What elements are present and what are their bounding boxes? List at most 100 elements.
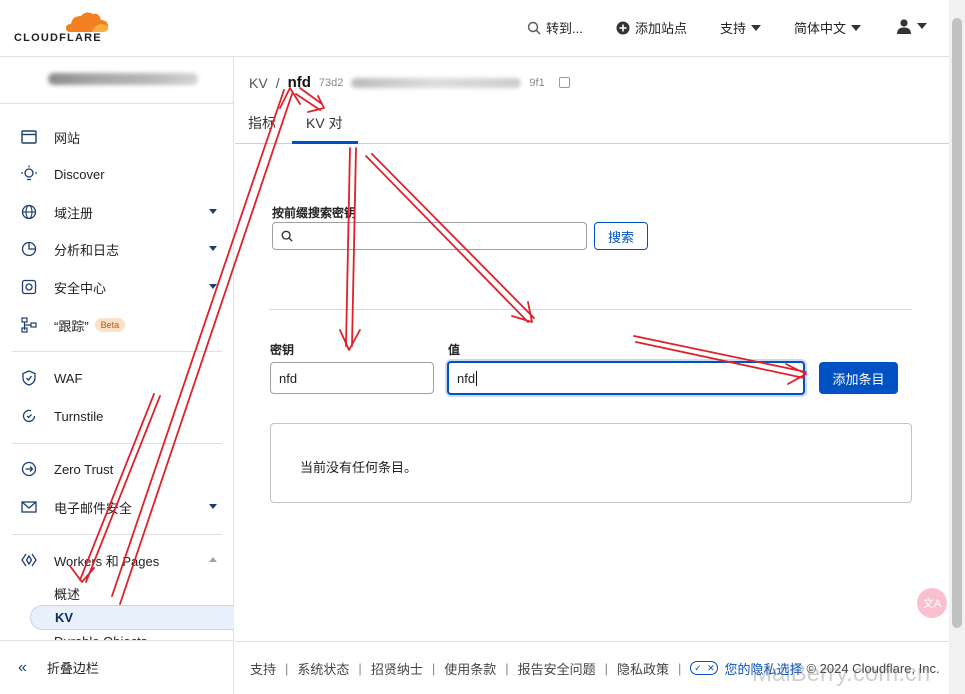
namespace-id-suffix: 9f1 bbox=[529, 76, 545, 89]
sidebar-item-label: 域注册 bbox=[54, 205, 94, 221]
chevron-down-icon bbox=[209, 284, 217, 289]
sidebar-item-label: 安全中心 bbox=[54, 280, 107, 296]
sidebar-divider bbox=[12, 534, 222, 535]
plus-circle-icon bbox=[616, 21, 630, 34]
language-menu[interactable]: 简体中文 bbox=[794, 18, 862, 37]
collapse-sidebar-button[interactable]: « 折叠边栏 bbox=[0, 640, 233, 694]
tab-metrics[interactable]: 指标 bbox=[248, 113, 276, 133]
cloud-logo-icon bbox=[66, 12, 108, 32]
key-input-value: nfd bbox=[279, 370, 298, 386]
double-chevron-left-icon: « bbox=[18, 658, 27, 676]
watermark: MalBerry.com.cn bbox=[752, 660, 931, 687]
envelope-icon bbox=[20, 498, 38, 516]
footer-separator: | bbox=[431, 660, 436, 676]
text-cursor bbox=[476, 370, 478, 386]
search-icon bbox=[527, 21, 541, 34]
footer-link-report-security[interactable]: 报告安全问题 bbox=[518, 659, 596, 678]
cloudflare-logo[interactable]: CLOUDFLARE bbox=[14, 10, 114, 46]
beta-badge: Beta bbox=[94, 318, 126, 332]
footer-separator: | bbox=[285, 660, 289, 676]
active-tab-indicator bbox=[292, 141, 358, 144]
logo-text: CLOUDFLARE bbox=[14, 32, 102, 44]
add-site-label: 添加站点 bbox=[635, 21, 688, 36]
scrollbar-thumb[interactable] bbox=[952, 18, 962, 628]
breadcrumb: KV / nfd 73d2 9f1 bbox=[249, 74, 570, 91]
sidebar-subitem-overview[interactable]: 概述 bbox=[54, 584, 80, 603]
sidebar-item-zero-trust[interactable]: Zero Trust bbox=[20, 455, 225, 483]
globe-icon bbox=[20, 203, 38, 221]
search-label: 按前缀搜索密钥 bbox=[272, 206, 357, 220]
top-bar: CLOUDFLARE 转到... 添加站点 支持 简体中文 bbox=[0, 0, 949, 57]
footer-link-privacy-policy[interactable]: 隐私政策 bbox=[617, 659, 669, 678]
sidebar-item-trace[interactable]: “跟踪” Beta bbox=[20, 311, 225, 339]
chevron-up-icon bbox=[209, 557, 217, 562]
sidebar-subitem-kv[interactable]: KV bbox=[30, 605, 234, 630]
page-scrollbar[interactable] bbox=[949, 0, 965, 694]
workers-icon bbox=[20, 551, 38, 569]
sidebar-item-label: Zero Trust bbox=[54, 461, 114, 477]
footer-link-system-status[interactable]: 系统状态 bbox=[297, 659, 349, 678]
user-menu[interactable] bbox=[896, 18, 927, 34]
sidebar-item-label: “跟踪” bbox=[54, 318, 89, 334]
value-label: 值 bbox=[448, 343, 461, 357]
tab-kv-pairs[interactable]: KV 对 bbox=[306, 113, 343, 133]
main-content: KV / nfd 73d2 9f1 指标 KV 对 按前缀搜索密钥 搜索 密钥 … bbox=[235, 57, 949, 640]
prefix-search-input[interactable] bbox=[272, 222, 587, 250]
key-input[interactable]: nfd bbox=[270, 362, 434, 394]
sidebar-item-workers-pages[interactable]: Workers 和 Pages bbox=[20, 546, 225, 574]
entries-empty-state: 当前没有任何条目。 bbox=[270, 423, 912, 503]
goto-button[interactable]: 转到... bbox=[527, 18, 583, 37]
language-label: 简体中文 bbox=[794, 21, 847, 36]
namespace-id-prefix: 73d2 bbox=[318, 76, 344, 89]
sidebar-item-discover[interactable]: Discover bbox=[20, 160, 225, 188]
sidebar-item-waf[interactable]: WAF bbox=[20, 364, 225, 392]
sidebar-item-analytics-logs[interactable]: 分析和日志 bbox=[20, 235, 225, 263]
sidebar: 网站 Discover 域注册 分析和日志 安全中心 “跟踪” Beta WAF… bbox=[0, 57, 234, 694]
chevron-down-icon bbox=[209, 504, 217, 509]
translate-icon[interactable]: 文A bbox=[917, 588, 947, 618]
sidebar-item-turnstile[interactable]: Turnstile bbox=[20, 402, 225, 430]
user-icon bbox=[897, 19, 911, 34]
footer-link-support[interactable]: 支持 bbox=[250, 659, 276, 678]
breadcrumb-separator: / bbox=[275, 74, 280, 91]
sidebar-divider bbox=[12, 351, 222, 352]
value-input[interactable]: nfd bbox=[447, 361, 805, 395]
sidebar-item-label: 电子邮件安全 bbox=[54, 500, 133, 516]
support-label: 支持 bbox=[720, 21, 747, 36]
turnstile-icon bbox=[20, 407, 38, 425]
collapse-sidebar-label: 折叠边栏 bbox=[46, 661, 99, 676]
footer-link-careers[interactable]: 招贤纳士 bbox=[371, 659, 423, 678]
add-site-button[interactable]: 添加站点 bbox=[616, 18, 687, 37]
footer-separator: | bbox=[358, 660, 362, 676]
waf-shield-icon bbox=[20, 369, 38, 387]
sidebar-divider bbox=[12, 443, 222, 444]
support-menu[interactable]: 支持 bbox=[720, 18, 762, 37]
sidebar-subitem-label: KV bbox=[55, 610, 74, 625]
account-switcher[interactable] bbox=[0, 57, 233, 104]
account-email-redacted bbox=[48, 73, 198, 85]
footer-separator: | bbox=[604, 660, 609, 676]
footer-link-terms[interactable]: 使用条款 bbox=[444, 659, 496, 678]
sidebar-item-domain-registration[interactable]: 域注册 bbox=[20, 198, 225, 226]
tab-bar: 指标 KV 对 bbox=[235, 105, 949, 144]
add-entry-button[interactable]: 添加条目 bbox=[819, 362, 898, 394]
chevron-down-icon bbox=[209, 246, 217, 251]
sidebar-item-label: WAF bbox=[54, 370, 83, 386]
section-divider bbox=[269, 309, 912, 310]
breadcrumb-current: nfd bbox=[287, 74, 311, 91]
chevron-down-icon bbox=[917, 23, 927, 29]
breadcrumb-kv-link[interactable]: KV bbox=[249, 75, 268, 91]
search-button[interactable]: 搜索 bbox=[594, 222, 648, 250]
browser-window-icon bbox=[20, 128, 38, 146]
sidebar-item-email-security[interactable]: 电子邮件安全 bbox=[20, 493, 225, 521]
zero-trust-icon bbox=[20, 460, 38, 478]
copy-icon[interactable] bbox=[558, 77, 570, 88]
sidebar-item-security-center[interactable]: 安全中心 bbox=[20, 273, 225, 301]
namespace-id-redacted bbox=[351, 77, 522, 88]
footer-separator: | bbox=[678, 660, 682, 676]
sidebar-item-label: Turnstile bbox=[54, 408, 104, 424]
trace-icon bbox=[20, 316, 38, 334]
sidebar-item-websites[interactable]: 网站 bbox=[20, 123, 225, 151]
goto-label: 转到... bbox=[546, 21, 583, 36]
chevron-down-icon bbox=[209, 209, 217, 214]
